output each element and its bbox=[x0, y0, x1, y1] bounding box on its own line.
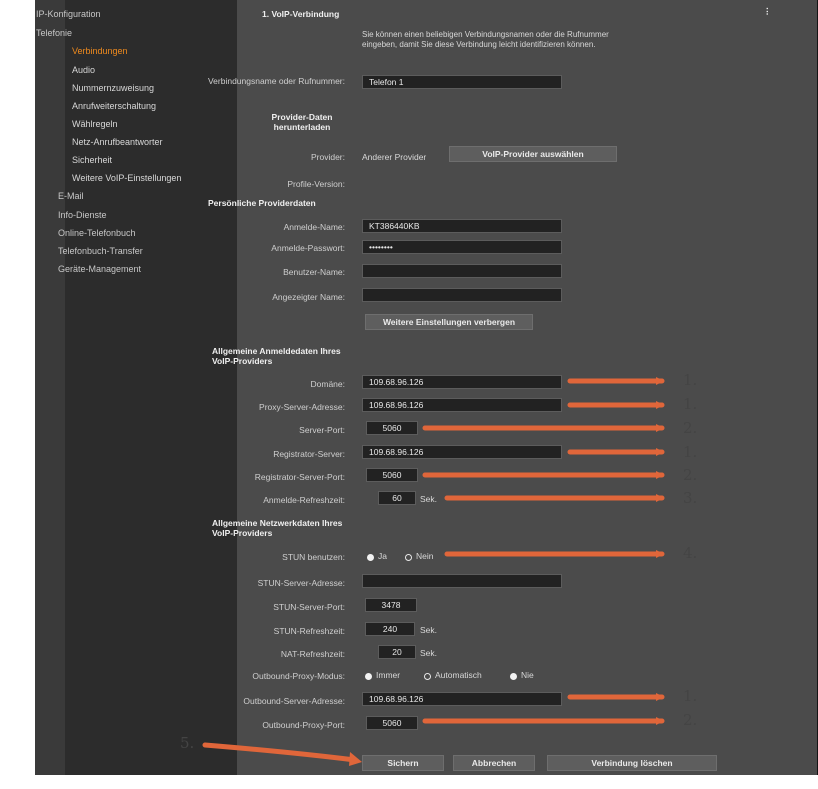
user-name-input[interactable] bbox=[362, 264, 562, 278]
domain-input[interactable]: 109.68.96.126 bbox=[362, 375, 562, 389]
outbound-never-label: Nie bbox=[521, 670, 534, 680]
annotation-number: 2. bbox=[683, 466, 698, 484]
sidebar-item-weitere-voip[interactable]: Weitere VoIP-Einstellungen bbox=[72, 173, 181, 183]
login-refresh-input[interactable]: 60 bbox=[378, 491, 416, 505]
login-name-input[interactable]: KT386440KB bbox=[362, 219, 562, 233]
outbound-server-input[interactable]: 109.68.96.126 bbox=[362, 692, 562, 706]
sidebar-item-nummernzuweisung[interactable]: Nummernzuweisung bbox=[72, 83, 154, 93]
personal-section-heading: Persönliche Providerdaten bbox=[208, 198, 316, 208]
sidebar-item-info-dienste[interactable]: Info-Dienste bbox=[58, 210, 107, 220]
stun-server-label: STUN-Server-Adresse: bbox=[257, 578, 345, 588]
user-name-label: Benutzer-Name: bbox=[283, 267, 345, 277]
more-icon[interactable]: ⋮ bbox=[763, 6, 772, 17]
outbound-mode-label: Outbound-Proxy-Modus: bbox=[252, 671, 345, 681]
proxy-server-label: Proxy-Server-Adresse: bbox=[259, 402, 345, 412]
login-password-input[interactable]: •••••••• bbox=[362, 240, 562, 254]
select-provider-button[interactable]: VoIP-Provider auswählen bbox=[449, 146, 617, 162]
sidebar-item-sicherheit[interactable]: Sicherheit bbox=[72, 155, 112, 165]
cancel-button[interactable]: Abbrechen bbox=[453, 755, 535, 771]
stun-refresh-label: STUN-Refreshzeit: bbox=[273, 626, 345, 636]
stun-port-input[interactable]: 3478 bbox=[365, 598, 417, 612]
login-password-label: Anmelde-Passwort: bbox=[271, 243, 345, 253]
annotation-number: 1. bbox=[683, 371, 698, 389]
profile-version-label: Profile-Version: bbox=[287, 179, 345, 189]
left-strip bbox=[35, 0, 65, 775]
annotation-number: 2. bbox=[683, 711, 698, 729]
display-name-input[interactable] bbox=[362, 288, 562, 302]
stun-server-input[interactable] bbox=[362, 574, 562, 588]
stun-no-label: Nein bbox=[416, 551, 434, 561]
stun-use-label: STUN benutzen: bbox=[282, 552, 345, 562]
annotation-number: 1. bbox=[683, 395, 698, 413]
nat-refresh-label: NAT-Refreshzeit: bbox=[280, 649, 345, 659]
annotation-number: 2. bbox=[683, 419, 698, 437]
provider-label: Provider: bbox=[310, 152, 345, 162]
sidebar-item-email[interactable]: E-Mail bbox=[58, 191, 84, 201]
connection-name-input[interactable]: Telefon 1 bbox=[362, 75, 562, 89]
outbound-auto-label: Automatisch bbox=[435, 670, 482, 680]
delete-connection-button[interactable]: Verbindung löschen bbox=[547, 755, 717, 771]
outbound-never-radio[interactable] bbox=[510, 673, 517, 680]
login-name-label: Anmelde-Name: bbox=[283, 222, 345, 232]
stun-refresh-unit: Sek. bbox=[420, 625, 438, 635]
outbound-server-label: Outbound-Server-Adresse: bbox=[243, 696, 345, 706]
registrar-port-input[interactable]: 5060 bbox=[366, 468, 418, 482]
general-login-section-heading: Allgemeine Anmeldedaten Ihres VoIP-Provi… bbox=[212, 346, 341, 366]
sidebar-item-online-telefonbuch[interactable]: Online-Telefonbuch bbox=[58, 228, 136, 238]
save-button[interactable]: Sichern bbox=[362, 755, 444, 771]
login-refresh-unit: Sek. bbox=[420, 494, 438, 504]
server-port-input[interactable]: 5060 bbox=[366, 421, 418, 435]
sidebar-item-verbindungen[interactable]: Verbindungen bbox=[72, 46, 128, 56]
outbound-port-input[interactable]: 5060 bbox=[366, 716, 418, 730]
stun-yes-label: Ja bbox=[378, 551, 387, 561]
annotation-number: 1. bbox=[683, 443, 698, 461]
stun-yes-radio[interactable] bbox=[367, 554, 374, 561]
provider-section-heading: Provider-Daten herunterladen bbox=[271, 112, 333, 132]
registrar-label: Registrator-Server: bbox=[273, 449, 345, 459]
outbound-always-label: Immer bbox=[376, 670, 401, 680]
sidebar-item-telefonbuch-transfer[interactable]: Telefonbuch-Transfer bbox=[58, 246, 143, 256]
outbound-auto-radio[interactable] bbox=[424, 673, 431, 680]
page-title: 1. VoIP-Verbindung bbox=[262, 9, 340, 19]
stun-refresh-input[interactable]: 240 bbox=[365, 622, 415, 636]
hide-settings-button[interactable]: Weitere Einstellungen verbergen bbox=[365, 314, 533, 330]
intro-text: Sie können einen beliebigen Verbindungsn… bbox=[362, 30, 609, 49]
nat-refresh-unit: Sek. bbox=[420, 648, 438, 658]
annotation-number: 1. bbox=[683, 687, 698, 705]
registrar-input[interactable]: 109.68.96.126 bbox=[362, 445, 562, 459]
sidebar-item-netz-anrufbeantworter[interactable]: Netz-Anrufbeantworter bbox=[72, 137, 163, 147]
stun-port-label: STUN-Server-Port: bbox=[273, 602, 345, 612]
login-refresh-label: Anmelde-Refreshzeit: bbox=[263, 495, 345, 505]
sidebar-item-ip-konfiguration[interactable]: IP-Konfiguration bbox=[36, 9, 101, 19]
domain-label: Domäne: bbox=[310, 379, 346, 389]
sidebar-item-geraete-management[interactable]: Geräte-Management bbox=[58, 264, 141, 274]
annotation-number: 4. bbox=[683, 544, 698, 562]
proxy-server-input[interactable]: 109.68.96.126 bbox=[362, 398, 562, 412]
sidebar-item-audio[interactable]: Audio bbox=[72, 65, 95, 75]
display-name-label: Angezeigter Name: bbox=[272, 292, 345, 302]
nat-refresh-input[interactable]: 20 bbox=[378, 645, 416, 659]
general-net-section-heading: Allgemeine Netzwerkdaten Ihres VoIP-Prov… bbox=[212, 518, 343, 538]
sidebar-item-waehlregeln[interactable]: Wählregeln bbox=[72, 119, 118, 129]
sidebar-item-anrufweiterschaltung[interactable]: Anrufweiterschaltung bbox=[72, 101, 156, 111]
stun-no-radio[interactable] bbox=[405, 554, 412, 561]
sidebar-item-telefonie[interactable]: Telefonie bbox=[36, 28, 72, 38]
outbound-always-radio[interactable] bbox=[365, 673, 372, 680]
connection-name-label: Verbindungsname oder Rufnummer: bbox=[207, 76, 345, 86]
provider-value: Anderer Provider bbox=[362, 152, 427, 162]
annotation-number: 5. bbox=[180, 734, 195, 752]
server-port-label: Server-Port: bbox=[299, 425, 345, 435]
annotation-number: 3. bbox=[683, 489, 698, 507]
registrar-port-label: Registrator-Server-Port: bbox=[254, 472, 345, 482]
outbound-port-label: Outbound-Proxy-Port: bbox=[262, 720, 345, 730]
